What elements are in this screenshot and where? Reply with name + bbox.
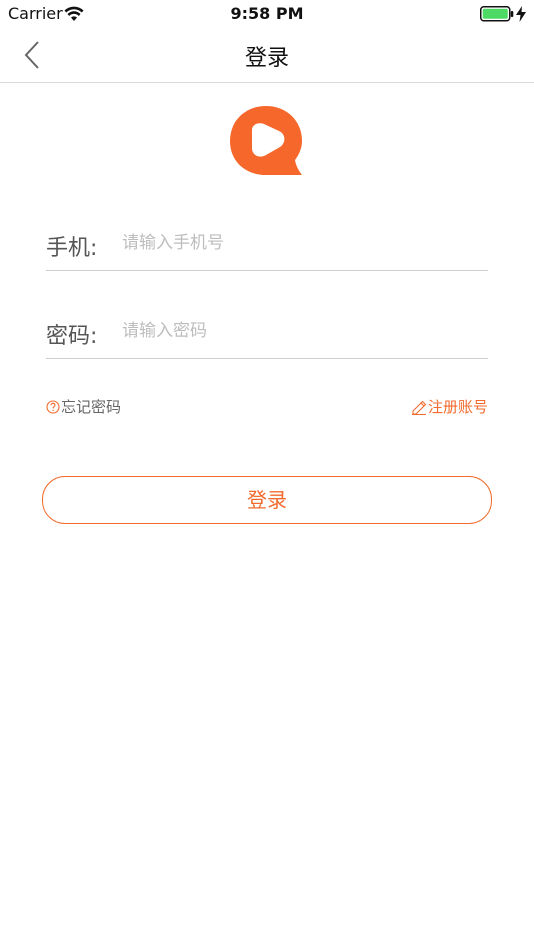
phone-input[interactable] (122, 226, 482, 260)
register-link[interactable]: 注册账号 (411, 396, 488, 417)
pencil-icon (411, 400, 427, 415)
register-label: 注册账号 (427, 398, 488, 416)
password-label: 密码: (46, 324, 98, 349)
forgot-password-link[interactable]: 忘记密码 (46, 396, 121, 417)
forgot-password-label: 忘记密码 (61, 398, 122, 416)
navigation-bar: 登录 (0, 28, 534, 83)
status-bar: Carrier 9:58 PM (0, 0, 534, 28)
login-button[interactable]: 登录 (42, 476, 492, 524)
charging-icon (516, 6, 526, 22)
password-input[interactable] (122, 314, 482, 348)
brand-logo-icon (230, 106, 302, 175)
password-field: 密码: (46, 308, 488, 359)
clock: 9:58 PM (230, 4, 304, 23)
phone-field: 手机: (46, 220, 488, 271)
battery-icon (480, 6, 514, 22)
question-circle-icon (46, 399, 60, 414)
page-title: 登录 (244, 46, 289, 71)
phone-label: 手机: (46, 236, 98, 261)
